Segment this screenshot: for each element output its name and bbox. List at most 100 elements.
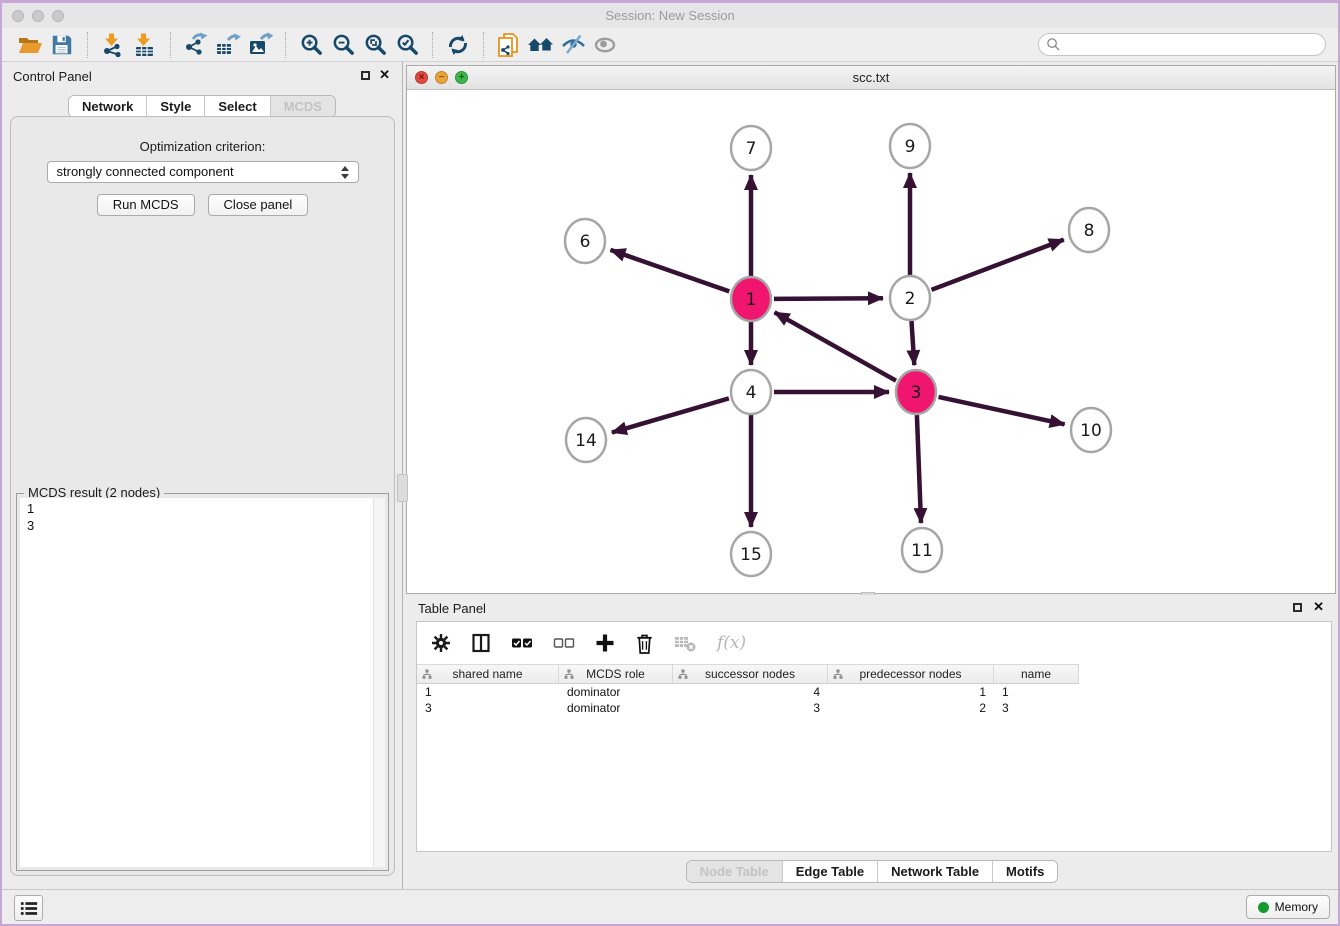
export-table-button[interactable]: [212, 31, 244, 59]
first-neighbors-button[interactable]: [525, 31, 557, 59]
network-close-button[interactable]: ×: [415, 71, 428, 84]
column-tree-icon: [833, 669, 843, 679]
network-graph[interactable]: 7 9 6 8 1 2 4 3 14 10 15 11: [407, 90, 1335, 593]
zoom-in-button[interactable]: [295, 31, 327, 59]
graph-edge-2-8[interactable]: [932, 240, 1064, 290]
select-spinner-icon: [341, 166, 349, 179]
graph-node-14[interactable]: 14: [566, 418, 606, 462]
graph-node-2[interactable]: 2: [890, 276, 930, 320]
select-all-button[interactable]: [511, 636, 533, 650]
column-header-shared-name[interactable]: shared name: [417, 665, 559, 683]
graph-node-1[interactable]: 1: [731, 277, 771, 321]
graph-edge-2-3[interactable]: [912, 321, 915, 365]
tab-edge-table[interactable]: Edge Table: [782, 861, 877, 882]
graph-node-10[interactable]: 10: [1071, 408, 1111, 452]
result-scrollbar[interactable]: [373, 498, 385, 867]
first-neighbors-houses-icon: [527, 32, 555, 58]
graph-edge-1-6[interactable]: [611, 250, 730, 292]
zoom-selected-icon: [395, 32, 420, 57]
split-columns-button[interactable]: [471, 633, 491, 653]
import-table-button[interactable]: [129, 31, 161, 59]
criterion-select[interactable]: strongly connected component: [47, 161, 359, 183]
add-column-button[interactable]: [595, 633, 615, 653]
svg-text:4: 4: [746, 383, 757, 403]
open-button[interactable]: [14, 31, 46, 59]
column-tree-icon: [678, 669, 688, 679]
tab-network[interactable]: Network: [69, 96, 146, 117]
import-network-button[interactable]: [97, 31, 129, 59]
column-header-MCDS-role[interactable]: MCDS role: [559, 665, 673, 683]
copy-network-button[interactable]: [493, 31, 525, 59]
network-maximize-button[interactable]: +: [455, 71, 468, 84]
table-row[interactable]: 3dominator323: [417, 700, 1331, 716]
application-window: Session: New Session: [0, 0, 1340, 926]
memory-label: Memory: [1275, 900, 1318, 914]
tab-mcds[interactable]: MCDS: [270, 96, 335, 117]
graph-node-7[interactable]: 7: [731, 126, 771, 170]
table-cell: 2: [828, 701, 994, 715]
graph-edge-4-14[interactable]: [612, 398, 729, 432]
graph-edge-3-1[interactable]: [775, 312, 897, 380]
table-toolbar: f(x): [417, 622, 1331, 664]
toolbar-separator: [483, 32, 484, 58]
run-mcds-button[interactable]: Run MCDS: [97, 194, 195, 216]
status-bar: Memory: [2, 889, 1338, 924]
save-icon: [50, 33, 74, 57]
tab-network-table[interactable]: Network Table: [877, 861, 992, 882]
graph-node-6[interactable]: 6: [565, 219, 605, 263]
delete-table-button[interactable]: [674, 634, 697, 652]
export-image-button[interactable]: [244, 31, 276, 59]
column-header-predecessor-nodes[interactable]: predecessor nodes: [828, 665, 994, 683]
table-cell: 1: [417, 685, 559, 699]
graph-node-8[interactable]: 8: [1069, 208, 1109, 252]
graph-node-4[interactable]: 4: [731, 370, 771, 414]
graph-edge-3-10[interactable]: [939, 397, 1065, 424]
network-canvas[interactable]: 7 9 6 8 1 2 4 3 14 10 15 11: [407, 90, 1335, 593]
mcds-result-area[interactable]: 13: [20, 498, 385, 867]
memory-button[interactable]: Memory: [1246, 895, 1330, 919]
graph-node-11[interactable]: 11: [902, 528, 942, 572]
float-panel-icon[interactable]: [361, 71, 370, 80]
maximize-button[interactable]: [52, 10, 64, 22]
apply-layout-icon: [445, 32, 471, 58]
hide-graphics-details-button[interactable]: [557, 31, 589, 59]
graph-node-9[interactable]: 9: [890, 124, 930, 168]
tab-node-table[interactable]: Node Table: [687, 861, 782, 882]
tab-motifs[interactable]: Motifs: [992, 861, 1057, 882]
graph-edge-3-11[interactable]: [917, 415, 921, 523]
save-button[interactable]: [46, 31, 78, 59]
close-button[interactable]: [12, 10, 24, 22]
float-table-panel-icon[interactable]: [1293, 603, 1302, 612]
minimize-button[interactable]: [32, 10, 44, 22]
close-table-panel-icon[interactable]: ✕: [1313, 599, 1324, 615]
close-panel-button[interactable]: Close panel: [208, 194, 309, 216]
export-table-icon: [215, 32, 241, 58]
network-minimize-button[interactable]: −: [435, 71, 448, 84]
search-input[interactable]: [1065, 35, 1325, 55]
show-graphics-details-button[interactable]: [589, 31, 621, 59]
close-panel-icon[interactable]: ✕: [379, 67, 390, 83]
column-header-successor-nodes[interactable]: successor nodes: [673, 665, 828, 683]
import-table-icon: [132, 32, 158, 58]
graph-node-3[interactable]: 3: [896, 370, 936, 414]
delete-table-icon: [674, 634, 697, 652]
column-header-name[interactable]: name: [994, 665, 1079, 683]
table-settings-button[interactable]: [431, 633, 451, 653]
graph-node-15[interactable]: 15: [731, 532, 771, 576]
delete-column-button[interactable]: [635, 633, 654, 654]
function-builder-button[interactable]: f(x): [717, 633, 746, 653]
apply-layout-button[interactable]: [442, 31, 474, 59]
task-history-button[interactable]: [14, 895, 43, 921]
tab-style[interactable]: Style: [146, 96, 204, 117]
graph-edge-1-2[interactable]: [774, 298, 883, 299]
tab-select[interactable]: Select: [204, 96, 269, 117]
table-cell: dominator: [559, 685, 673, 699]
zoom-fit-button[interactable]: [359, 31, 391, 59]
export-network-button[interactable]: [180, 31, 212, 59]
zoom-out-button[interactable]: [327, 31, 359, 59]
table-row[interactable]: 1dominator411: [417, 684, 1331, 700]
network-window: × − + scc.txt 7968124314101511: [406, 65, 1336, 594]
vertical-split-handle[interactable]: [397, 474, 408, 502]
unselect-all-button[interactable]: [553, 636, 575, 650]
zoom-selected-button[interactable]: [391, 31, 423, 59]
